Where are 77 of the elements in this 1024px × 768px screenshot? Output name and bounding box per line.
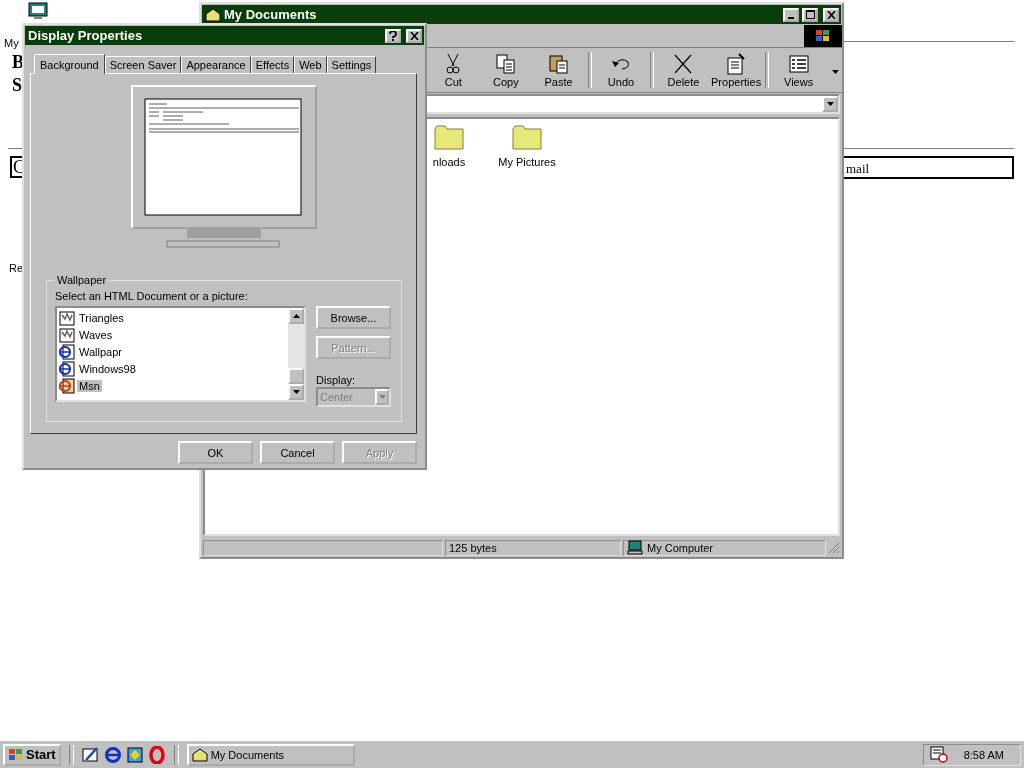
list-item[interactable]: Wallpapr (59, 343, 286, 360)
maximize-icon (805, 10, 815, 19)
monitor-icon[interactable] (28, 2, 48, 20)
dialog-button[interactable]: OK (178, 441, 253, 464)
toolbar-button[interactable]: Cut (427, 49, 480, 91)
list-label: Select an HTML Document or a picture: (55, 290, 249, 302)
page-text: My (4, 38, 19, 49)
folder-item[interactable]: nloads (411, 121, 487, 168)
toolbar-button[interactable]: Properties (709, 49, 763, 91)
browser-icon[interactable] (103, 745, 122, 764)
folder-home-icon (191, 747, 208, 762)
text-box: mail (842, 156, 1014, 179)
o-ring-icon[interactable] (147, 745, 166, 764)
close-button[interactable] (406, 28, 422, 43)
views-icon (787, 52, 810, 75)
html-file-icon (59, 343, 75, 360)
maximize-button[interactable] (802, 7, 818, 22)
toolbar-button[interactable]: Undo (594, 49, 648, 91)
browse-button[interactable]: Browse... (316, 306, 391, 329)
tab[interactable]: Background (34, 54, 105, 74)
windows-flag-icon (804, 25, 842, 47)
up-arrow-icon[interactable] (292, 314, 300, 318)
toolbar-button[interactable]: Views (772, 49, 825, 91)
toolbar-button[interactable]: Paste (532, 49, 585, 91)
list-item[interactable]: Triangles (59, 309, 286, 326)
tab[interactable]: Web (294, 56, 327, 73)
close-button[interactable] (823, 7, 839, 22)
caret-icon (378, 395, 386, 399)
tab[interactable]: Effects (250, 56, 295, 73)
tab[interactable]: Appearance (181, 56, 251, 73)
caret-icon (826, 102, 834, 106)
taskbar-button[interactable]: My Documents (186, 743, 355, 766)
group-label: Wallpaper (56, 274, 108, 286)
clock: 8:58 AM (963, 748, 1004, 761)
status-text: 125 bytes (445, 539, 621, 556)
tab[interactable]: Settings (326, 56, 377, 73)
display-label: Display: (316, 374, 357, 386)
window-title: My Documents (224, 7, 317, 22)
help-button[interactable] (385, 28, 401, 43)
page-text: Re (9, 263, 24, 274)
computer-icon (627, 540, 643, 555)
scheduler-icon[interactable] (929, 746, 948, 763)
dialog-title: Display Properties (28, 28, 143, 43)
toolbar-button[interactable]: Copy (479, 49, 533, 91)
bitmap-file-icon (59, 326, 75, 343)
minimize-button[interactable] (783, 7, 799, 22)
minimize-icon (788, 16, 794, 19)
web-document-icon (59, 377, 75, 394)
scrollbar[interactable] (288, 308, 304, 400)
resize-grip-icon[interactable] (828, 541, 840, 554)
copy-icon (494, 52, 517, 75)
page-text: S (12, 76, 22, 94)
status-text: My Computer (647, 541, 714, 554)
question-mark-icon (389, 30, 397, 41)
bitmap-file-icon (59, 309, 75, 326)
paste-icon (547, 52, 570, 75)
desktop-pencil-icon[interactable] (81, 745, 100, 764)
close-icon (409, 31, 419, 40)
html-file-icon (59, 360, 75, 377)
close-icon (826, 10, 836, 19)
windows-flag-icon (8, 747, 24, 762)
list-item[interactable]: Waves (59, 326, 286, 343)
down-arrow-icon[interactable] (292, 390, 300, 394)
wallpaper-list[interactable]: Triangles Waves Wallpapr Windows98 Msn (55, 306, 306, 402)
caret-icon (831, 70, 839, 74)
list-item[interactable]: Windows98 (59, 360, 286, 377)
list-item[interactable]: Msn (59, 377, 286, 394)
toolbar-button[interactable]: Delete (657, 49, 710, 91)
folder-item[interactable]: My Pictures (489, 121, 565, 168)
scroll-thumb[interactable] (288, 368, 304, 384)
tab[interactable]: Screen Saver (104, 56, 182, 73)
dialog-button[interactable]: Cancel (260, 441, 335, 464)
dropdown-button[interactable] (822, 96, 838, 112)
folder-icon (512, 124, 542, 150)
folder-icon (434, 124, 464, 150)
start-button[interactable]: Start (3, 743, 61, 766)
channel-icon[interactable] (125, 745, 144, 764)
